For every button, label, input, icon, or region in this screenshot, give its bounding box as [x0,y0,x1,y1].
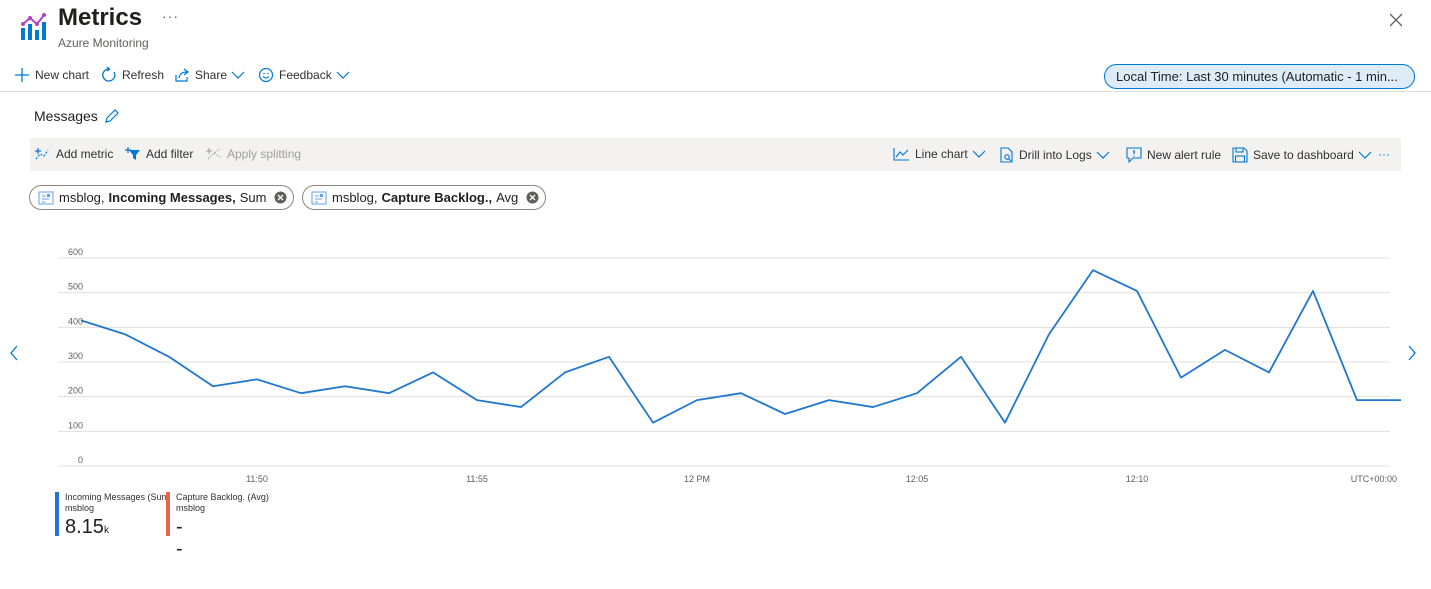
drill-into-logs-label: Drill into Logs [1019,148,1092,162]
filter-icon [125,147,140,160]
remove-icon[interactable] [274,191,287,204]
logs-icon [1000,147,1013,163]
remove-icon[interactable] [526,191,539,204]
x-tick-label: 12 PM [684,474,710,484]
legend-series-name: Incoming Messages (Sum [65,492,170,502]
pencil-icon[interactable] [104,108,120,124]
y-tick-label: 400 [68,316,83,326]
pill-metric: Incoming Messages, [108,190,236,205]
share-button[interactable]: Share [174,67,250,83]
pill-resource: msblog, [332,190,378,205]
line-chart-button[interactable]: Line chart [893,147,991,161]
add-metric-button[interactable]: Add metric [35,147,113,161]
drill-into-logs-button[interactable]: Drill into Logs [999,147,1115,163]
legend-series-name: Capture Backlog. (Avg) [176,492,269,502]
legend-value: 8.15k [65,516,109,542]
smiley-icon [258,67,274,83]
metrics-icon [21,13,46,40]
legend-value: -- [176,516,183,560]
legend-value-number: 8.15 [65,516,104,538]
time-range-picker[interactable]: Local Time: Last 30 minutes (Automatic -… [1104,64,1415,89]
chart-title-label: Messages [34,108,98,124]
line-chart-label: Line chart [915,147,968,161]
legend-resource-name: msblog [65,503,95,513]
chart-title: Messages [34,108,120,124]
page-title: Metrics [58,4,143,31]
pill-metric: Capture Backlog., [381,190,493,205]
chevron-down-icon [336,71,350,79]
x-tick-label: UTC+00:00 [1351,474,1397,484]
y-tick-label: 200 [68,386,83,396]
chart-command-bar: Add metric Add filter Apply splitting Li… [30,138,1401,171]
legend-value-number: -- [176,516,183,560]
new-alert-rule-button[interactable]: New alert rule [1126,147,1221,163]
y-tick-label: 600 [68,247,83,257]
refresh-label: Refresh [122,68,165,82]
close-icon[interactable] [1386,10,1406,30]
refresh-button[interactable]: Refresh [101,67,164,83]
x-tick-label: 12:05 [906,474,929,484]
y-tick-label: 0 [78,455,83,465]
new-alert-rule-label: New alert rule [1147,148,1222,162]
x-tick-label: 11:55 [466,474,488,484]
legend-color-bar [55,492,59,536]
pill-aggregation: Sum [239,190,267,205]
add-metric-icon [35,148,49,160]
service-bus-icon [38,191,54,204]
chevron-down-icon [972,150,986,158]
splitting-icon [206,148,221,160]
add-metric-label: Add metric [56,147,114,161]
legend-color-bar [166,492,170,536]
chevron-down-icon [1358,151,1372,159]
more-options-button[interactable]: ··· [162,8,179,24]
apply-splitting-button[interactable]: Apply splitting [206,147,301,161]
line-chart-icon [893,148,909,161]
y-tick-label: 300 [68,351,83,361]
legend-resource-name: msblog [176,503,206,513]
x-tick-label: 11:50 [246,474,268,484]
pill-aggregation: Avg [496,190,519,205]
refresh-icon [102,67,116,82]
more-actions-button[interactable]: ··· [1378,147,1390,161]
chevron-down-icon [231,71,245,79]
new-chart-label: New chart [35,68,90,82]
metric-pill-incoming-messages[interactable]: msblog, Incoming Messages, Sum [29,185,295,210]
x-tick-label: 12:10 [1126,474,1149,484]
metric-pill-capture-backlog[interactable]: msblog, Capture Backlog., Avg [302,185,547,210]
save-to-dashboard-label: Save to dashboard [1253,148,1354,162]
save-to-dashboard-button[interactable]: Save to dashboard [1232,147,1377,163]
service-bus-icon [311,191,327,204]
page-header: Metrics ··· Azure Monitoring [0,0,1431,60]
legend-value-unit: k [103,525,109,536]
page-subtitle: Azure Monitoring [58,36,149,50]
save-icon [1232,147,1248,163]
y-tick-label: 100 [68,420,83,430]
new-chart-button[interactable]: New chart [14,67,89,83]
line-chart: 600 500 400 300 200 100 0 11:50 11:55 12 PM 12:05 1… [58,247,1401,484]
pill-resource: msblog, [59,190,105,205]
alert-icon [1126,147,1142,163]
apply-splitting-label: Apply splitting [227,147,302,161]
plus-icon [15,68,29,82]
add-filter-label: Add filter [146,147,194,161]
chevron-down-icon [1096,151,1110,159]
feedback-button[interactable]: Feedback [258,67,355,83]
add-filter-button[interactable]: Add filter [125,147,193,161]
feedback-label: Feedback [279,68,332,82]
main-toolbar: New chart Refresh Share Feedback Local T… [0,64,1431,92]
y-tick-label: 500 [68,282,83,292]
share-icon [175,68,189,82]
share-label: Share [195,68,228,82]
